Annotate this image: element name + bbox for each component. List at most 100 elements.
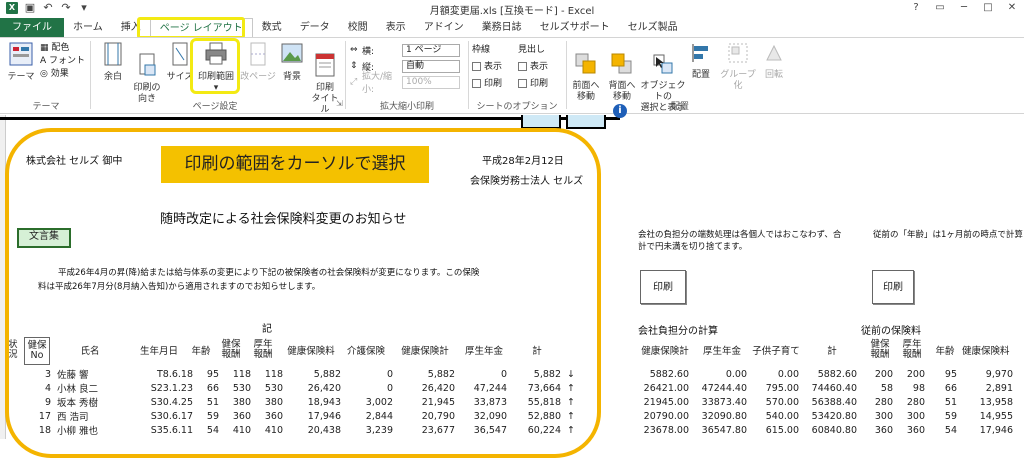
checkbox-icon [472,79,481,88]
print-button[interactable]: 印刷 [872,270,914,304]
group-label-arrange: 配置 [670,102,689,112]
group-objects-icon [728,43,748,63]
cell-health: 13,958 [979,396,1013,408]
table-row[interactable]: 20790.00 32090.80 540.00 53420.80 300 30… [630,409,1016,423]
tab-file[interactable]: ファイル [0,18,64,37]
colors-label: 配色 [51,43,70,53]
cell-age: 59 [944,410,957,422]
breaks-button[interactable]: 改ページ [240,42,276,83]
sheet-shape-button[interactable] [566,115,606,129]
width-value: 1 ページ [406,44,442,55]
minimize-button[interactable]: ─ [952,0,976,16]
tab-addins[interactable]: アドイン [415,18,473,37]
info-icon[interactable]: i [613,104,627,118]
cell-health: 2,891 [985,382,1013,394]
cell-health-total: 23678.00 [643,424,689,436]
rotate-button[interactable]: 回転 [760,42,788,81]
bring-forward-button[interactable]: 前面へ 移動 [568,42,604,114]
zoom-spinner[interactable]: 100% [402,75,460,89]
cell-kenpo: 200 [874,368,893,380]
cell-total: 56388.40 [811,396,857,408]
fonts-button[interactable]: A フォント [40,55,85,68]
print-area-highlight [190,38,240,94]
themes-icon [9,42,33,66]
tab-highlight [137,17,245,39]
help-button[interactable]: ? [904,0,928,16]
company-calc-heading: 会社負担分の計算 [638,326,718,337]
right-total-header: 計 [827,346,837,357]
send-backward-label: 背面へ 移動 [608,81,636,102]
cell-age: 51 [944,396,957,408]
group-label-page-setup: ページ設定 [192,102,238,112]
cell-pension: 47244.40 [701,382,747,394]
orientation-icon [139,53,156,76]
checkbox-icon [518,79,527,88]
width-dropdown[interactable]: 1 ページ [402,43,460,57]
height-icon: ⇕ [350,61,358,71]
width-label: 横: [362,46,375,57]
table-row[interactable]: 5882.60 0.00 0.00 5882.60 200 200 95 9,9… [630,367,1016,381]
font-icon: A [40,56,47,66]
right-age-header: 年齢 [935,346,955,357]
close-button[interactable]: ✕ [1000,0,1024,16]
headings-label: 見出し [518,45,546,55]
fonts-label: フォント [49,56,86,66]
gridlines-view-checkbox[interactable]: 表示 [472,59,502,76]
group-objects-button[interactable]: グループ化 [716,42,760,92]
breaks-label: 改ページ [240,72,276,82]
colors-button[interactable]: ▦ 配色 [40,42,85,55]
ribbon-display-button[interactable]: ▭ [928,0,952,16]
group-separator [566,41,567,109]
selection-pane-icon [653,54,673,74]
cell-health: 9,970 [985,368,1013,380]
send-backward-button[interactable]: 背面へ 移動 [604,42,640,114]
dialog-launcher-icon[interactable]: ⇲ [336,99,343,108]
gridlines-label: 枠線 [472,45,491,55]
margins-icon [104,42,122,66]
effects-icon: ◎ [40,69,48,79]
maximize-button[interactable]: □ [976,0,1000,16]
print-label: 印刷 [530,79,549,89]
sheet-shape-button[interactable] [521,115,561,129]
tab-cells-products[interactable]: セルズ製品 [619,18,687,37]
tab-formulas[interactable]: 数式 [253,18,291,37]
height-dropdown[interactable]: 自動 [402,59,460,73]
print-label: 印刷 [484,79,503,89]
prev-premium-heading: 従前の保険料 [861,326,921,337]
zoom-label: 拡大/縮小: [362,72,393,95]
table-row[interactable]: 23678.00 36547.80 615.00 60840.80 360 36… [630,423,1016,437]
tab-data[interactable]: データ [291,18,339,37]
rotate-label: 回転 [764,70,783,80]
cell-health-total: 5882.60 [649,368,689,380]
bring-forward-icon [575,53,596,74]
themes-button[interactable]: テーマ [6,42,36,83]
align-button[interactable]: 配置 [688,42,714,81]
tab-review[interactable]: 校閲 [339,18,377,37]
selection-pane-button[interactable]: オブジェクトの 選択と表示 [638,42,688,125]
gridlines-print-checkbox[interactable]: 印刷 [472,76,502,93]
margins-button[interactable]: 余白 [98,42,128,83]
cell-total: 5882.60 [817,368,857,380]
tab-home[interactable]: ホーム [64,18,112,37]
background-button[interactable]: 背景 [278,42,306,83]
cell-total: 60840.80 [811,424,857,436]
headings-print-checkbox[interactable]: 印刷 [518,76,548,93]
scale-to-fit: ⇔ 横: 1 ページ ⇕ 縦: 自動 ⤢ 拡大/縮小: 100% [350,42,460,95]
tab-cells-support[interactable]: セルズサポート [531,18,619,37]
cell-pension: 33873.40 [701,396,747,408]
instruction-banner: 印刷の範囲をカーソルで選択 [161,146,429,183]
tab-view[interactable]: 表示 [377,18,415,37]
table-row[interactable]: 21945.00 33873.40 570.00 56388.40 280 28… [630,395,1016,409]
cell-kenpo: 300 [874,410,893,422]
window-title: 月額変更届.xls [互換モード] - Excel [429,6,595,17]
cell-kosei: 300 [906,410,925,422]
table-row[interactable]: 26421.00 47244.40 795.00 74460.40 58 98 … [630,381,1016,395]
print-button[interactable]: 印刷 [640,270,686,304]
cell-kosei: 200 [906,368,925,380]
effects-button[interactable]: ◎ 効果 [40,68,85,81]
cell-pension: 0.00 [725,368,747,380]
cell-total: 53420.80 [811,410,857,422]
cell-health-total: 20790.00 [643,410,689,422]
headings-view-checkbox[interactable]: 表示 [518,59,548,76]
tab-work-log[interactable]: 業務日誌 [473,18,531,37]
